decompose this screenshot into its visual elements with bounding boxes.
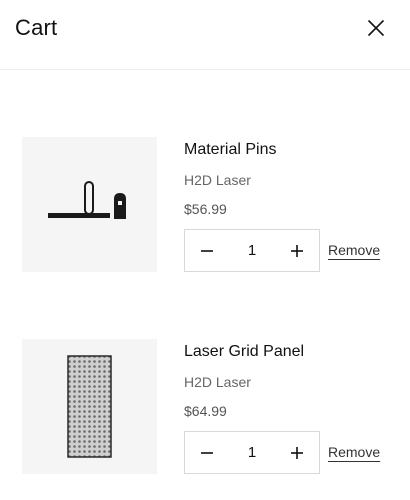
plus-icon [291,446,303,459]
minus-icon [201,249,213,252]
product-image-material-pins[interactable] [22,137,157,272]
quantity-stepper: 1 [184,431,320,474]
close-icon [368,20,384,36]
plus-icon [291,244,303,257]
close-button[interactable] [362,14,390,42]
increase-quantity-button[interactable] [277,432,317,473]
quantity-input[interactable]: 1 [225,230,279,271]
cart-item: Material Pins H2D Laser $56.99 1 Remove [0,137,410,277]
product-variant: H2D Laser [184,374,251,390]
product-image-laser-grid-panel[interactable] [22,339,157,474]
remove-button[interactable]: Remove [328,444,380,460]
minus-icon [201,451,213,454]
laser-grid-panel-image [67,355,112,458]
increase-quantity-button[interactable] [277,230,317,271]
product-price: $64.99 [184,403,227,419]
decrease-quantity-button[interactable] [187,432,227,473]
cart-item: Laser Grid Panel H2D Laser $64.99 1 Remo… [0,339,410,479]
material-pins-image [48,181,126,219]
cart-header: Cart [0,0,410,70]
quantity-stepper: 1 [184,229,320,272]
remove-button[interactable]: Remove [328,242,380,258]
product-variant: H2D Laser [184,172,251,188]
product-name[interactable]: Laser Grid Panel [184,343,304,361]
page-title: Cart [15,15,58,40]
product-price: $56.99 [184,201,227,217]
decrease-quantity-button[interactable] [187,230,227,271]
quantity-input[interactable]: 1 [225,432,279,473]
product-name[interactable]: Material Pins [184,141,276,159]
